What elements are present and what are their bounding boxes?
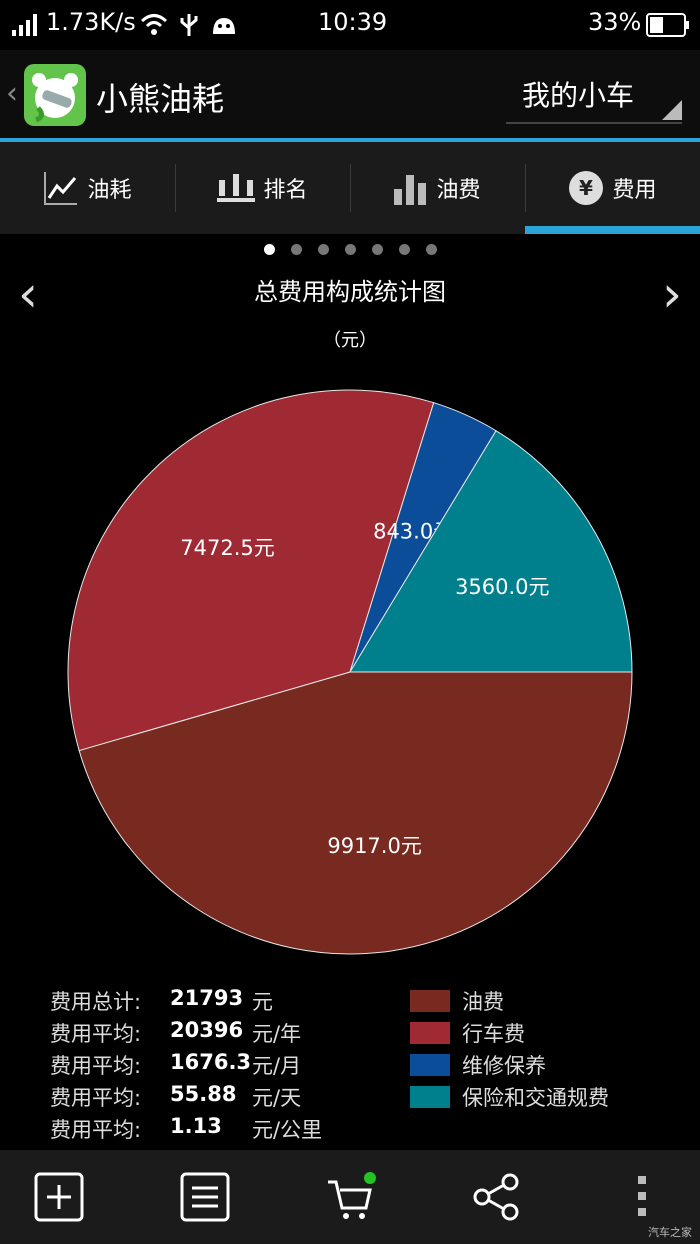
legend-label: 维修保养 — [462, 1054, 546, 1078]
yen-icon: ¥ — [569, 171, 604, 205]
chart-legend: 油费行车费维修保养保险和交通规费 — [410, 986, 670, 1114]
page-dot[interactable] — [425, 244, 437, 255]
app-title: 小熊油耗 — [96, 80, 225, 118]
legend-swatch — [410, 1086, 450, 1108]
page-dot[interactable] — [344, 244, 356, 255]
stat-label: 费用平均: — [50, 1022, 142, 1046]
stat-value: 21793 — [170, 986, 244, 1010]
tab-ranking[interactable]: 排名 — [175, 142, 350, 234]
stats-panel: 费用总计: 21793 元费用平均: 20396 元/年 费用平均: 1676.3 元/月 费用… — [50, 986, 380, 1146]
stat-value: 20396 — [170, 1018, 244, 1042]
pie-chart: 9917.0元7472.5元843.0元3560.0元 — [67, 389, 633, 955]
legend-item: 保险和交通规费 — [410, 1082, 670, 1114]
car-selector-label: 我的小车 — [522, 79, 635, 112]
legend-label: 油费 — [462, 990, 504, 1014]
tab-bar: 油耗 排名 油费 ¥ 费用 — [0, 142, 700, 234]
legend-swatch — [410, 990, 450, 1012]
status-bar: 1.73K/s 10:39 33% — [0, 0, 700, 50]
svg-text:¥: ¥ — [580, 176, 594, 200]
add-icon[interactable] — [34, 1172, 84, 1222]
tab-label: 排名 — [263, 178, 308, 203]
legend-item: 行车费 — [410, 1018, 670, 1050]
usb-icon — [180, 14, 198, 36]
tab-expenses[interactable]: ¥ 费用 — [525, 142, 700, 234]
page-indicator — [0, 240, 700, 259]
stat-unit: 元/天 — [252, 1086, 302, 1110]
stat-unit: 元/公里 — [252, 1118, 323, 1142]
pie-slice-label: 9917.0元 — [327, 834, 421, 858]
stat-label: 费用平均: — [50, 1086, 142, 1110]
page-dot[interactable] — [317, 244, 329, 255]
app-logo — [24, 64, 86, 126]
pie-slice-label: 7472.5元 — [180, 536, 274, 560]
legend-item: 油费 — [410, 986, 670, 1018]
battery-percent: 33% — [588, 8, 642, 36]
wifi-icon — [140, 14, 168, 35]
legend-label: 保险和交通规费 — [462, 1086, 609, 1110]
signal-icon — [12, 14, 37, 36]
stat-unit: 元/月 — [252, 1054, 302, 1078]
crown-icon — [217, 174, 256, 202]
stat-value: 55.88 — [170, 1082, 237, 1106]
pie-slice-label: 3560.0元 — [455, 575, 549, 599]
app-bar: ‹ 小熊油耗 我的小车 — [0, 50, 700, 138]
stat-row: 费用平均: 1676.3 元/月 — [50, 1050, 380, 1082]
list-icon[interactable] — [180, 1172, 230, 1222]
legend-swatch — [410, 1054, 450, 1076]
tab-label: 油耗 — [87, 178, 132, 203]
battery-icon — [646, 13, 689, 37]
stat-label: 费用平均: — [50, 1118, 142, 1142]
dropdown-corner-icon — [662, 100, 682, 120]
stat-label: 费用平均: — [50, 1054, 142, 1078]
chart-unit: （元） — [323, 330, 377, 351]
stat-label: 费用总计: — [50, 990, 142, 1014]
more-icon[interactable] — [618, 1172, 668, 1222]
tab-fuel-cost[interactable]: 油费 — [350, 142, 525, 234]
page-dot[interactable] — [263, 244, 275, 255]
stat-unit: 元/年 — [252, 1022, 302, 1046]
page-dot[interactable] — [290, 244, 302, 255]
chart-title: 总费用构成统计图 — [254, 278, 446, 306]
share-icon[interactable] — [472, 1172, 522, 1222]
legend-label: 行车费 — [462, 1022, 525, 1046]
tab-fuel-consumption[interactable]: 油耗 — [0, 142, 175, 234]
network-speed: 1.73K/s — [46, 8, 136, 36]
bar-chart-icon — [394, 175, 427, 205]
watermark: 汽车之家 — [648, 1226, 692, 1239]
stat-value: 1676.3 — [170, 1050, 252, 1074]
bottom-toolbar: 汽车之家 — [0, 1150, 700, 1244]
tab-label: 费用 — [612, 178, 657, 203]
cart-badge — [364, 1172, 376, 1184]
line-chart-icon — [44, 172, 78, 205]
page-dot[interactable] — [398, 244, 410, 255]
tab-label: 油费 — [436, 178, 481, 203]
legend-item: 维修保养 — [410, 1050, 670, 1082]
cart-icon[interactable] — [326, 1172, 376, 1222]
car-selector[interactable]: 我的小车 — [506, 64, 682, 124]
stat-value: 1.13 — [170, 1114, 222, 1138]
stat-row: 费用平均: 20396 元/年 — [50, 1018, 380, 1050]
stat-unit: 元 — [252, 990, 273, 1014]
page-dot[interactable] — [371, 244, 383, 255]
stat-row: 费用平均: 55.88 元/天 — [50, 1082, 380, 1114]
legend-swatch — [410, 1022, 450, 1044]
stat-row: 费用总计: 21793 元 — [50, 986, 380, 1018]
stat-row: 费用平均: 1.13 元/公里 — [50, 1114, 380, 1146]
android-icon — [213, 18, 235, 34]
clock: 10:39 — [318, 8, 388, 36]
back-chevron-icon[interactable]: ‹ — [6, 76, 18, 111]
